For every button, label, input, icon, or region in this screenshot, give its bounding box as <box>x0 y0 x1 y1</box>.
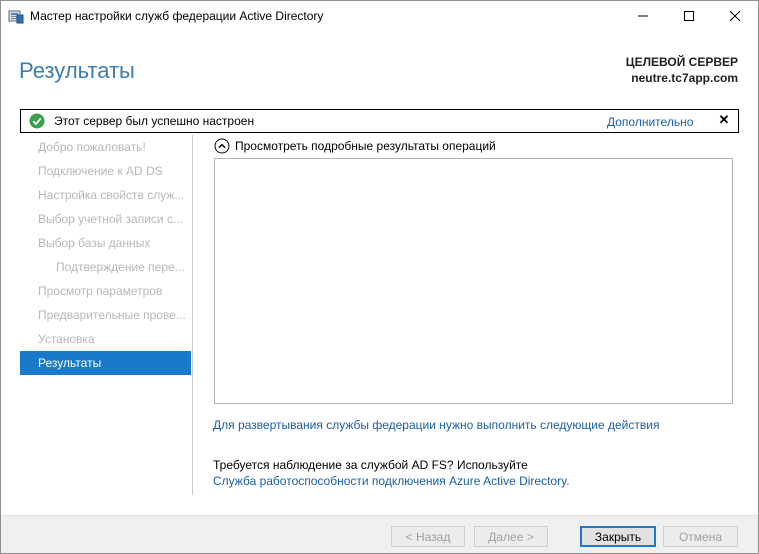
nav-item-installation[interactable]: Установка <box>20 327 191 351</box>
nav-item-review-options[interactable]: Просмотр параметров <box>20 279 191 303</box>
wizard-window: Мастер настройки служб федерации Active … <box>0 0 759 554</box>
nav-item-database[interactable]: Выбор базы данных <box>20 231 191 255</box>
nav-item-results[interactable]: Результаты <box>20 351 191 375</box>
wizard-steps-nav: Добро пожаловать! Подключение к AD DS На… <box>20 135 191 375</box>
notification-text: Этот сервер был успешно настроен <box>54 114 255 128</box>
maximize-button[interactable] <box>666 1 712 31</box>
nav-item-welcome[interactable]: Добро пожаловать! <box>20 135 191 159</box>
success-check-icon <box>29 113 45 129</box>
target-server-name: neutre.tc7app.com <box>631 71 738 85</box>
title-bar[interactable]: Мастер настройки служб федерации Active … <box>1 1 758 31</box>
dismiss-notification-icon[interactable]: ✕ <box>718 113 730 127</box>
more-details-link[interactable]: Дополнительно <box>607 115 693 129</box>
monitoring-prompt-text: Требуется наблюдение за службой AD FS? И… <box>213 458 528 472</box>
nav-item-prerequisites[interactable]: Предварительные прове... <box>20 303 191 327</box>
wizard-footer: < Назад Далее > Закрыть Отмена <box>1 515 758 553</box>
deployment-steps-link[interactable]: Для развертывания службы федерации нужно… <box>213 418 659 432</box>
details-expander-label: Просмотреть подробные результаты операци… <box>235 139 496 153</box>
next-button[interactable]: Далее > <box>474 526 548 547</box>
close-window-button[interactable] <box>712 1 758 31</box>
details-expander[interactable]: Просмотреть подробные результаты операци… <box>214 137 496 155</box>
maximize-icon <box>684 11 694 21</box>
minimize-icon <box>638 15 648 17</box>
nav-item-confirm-overwrite[interactable]: Подтверждение пере... <box>20 255 191 279</box>
nav-item-service-account[interactable]: Выбор учетной записи с... <box>20 207 191 231</box>
close-button[interactable]: Закрыть <box>580 526 656 547</box>
success-notification-bar: Этот сервер был успешно настроен Дополни… <box>20 109 739 133</box>
window-title: Мастер настройки служб федерации Active … <box>30 9 324 23</box>
nav-item-service-properties[interactable]: Настройка свойств служ... <box>20 183 191 207</box>
page-title: Результаты <box>19 58 135 83</box>
cancel-button[interactable]: Отмена <box>663 526 738 547</box>
close-icon <box>730 11 740 21</box>
operation-results-box[interactable] <box>214 158 733 404</box>
target-server-label: ЦЕЛЕВОЙ СЕРВЕР <box>625 55 738 69</box>
minimize-button[interactable] <box>620 1 666 31</box>
back-button[interactable]: < Назад <box>391 526 465 547</box>
sidebar-divider <box>192 135 193 495</box>
nav-item-connect-ad-ds[interactable]: Подключение к AD DS <box>20 159 191 183</box>
server-wizard-icon <box>8 10 24 24</box>
azure-ad-connect-health-link[interactable]: Служба работоспособности подключения Azu… <box>213 474 570 488</box>
chevron-up-icon <box>214 138 230 154</box>
